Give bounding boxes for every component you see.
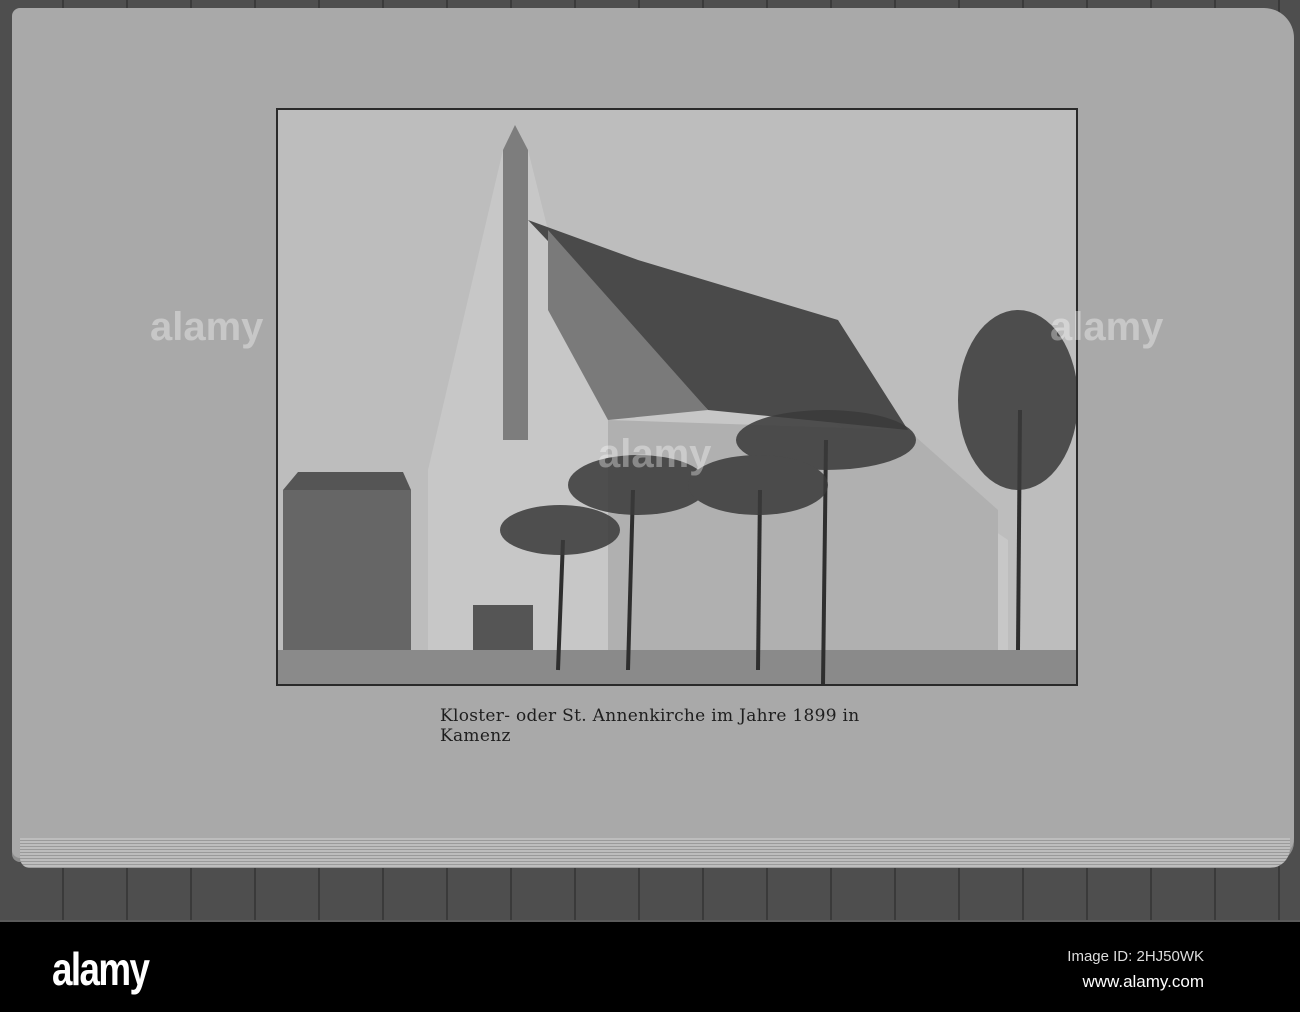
church-photograph xyxy=(276,108,1078,686)
page-edges xyxy=(20,838,1290,868)
watermark: alamy xyxy=(598,432,712,476)
footer-bar: alamy Image ID: 2HJ50WK www.alamy.com xyxy=(0,922,1300,1012)
image-id: Image ID: 2HJ50WK xyxy=(1067,948,1204,965)
watermark: alamy xyxy=(1050,305,1164,349)
photo-caption: Kloster- oder St. Annenkirche im Jahre 1… xyxy=(440,706,860,746)
watermark: alamy xyxy=(150,305,264,349)
alamy-logo: alamy xyxy=(52,943,150,995)
site-url: www.alamy.com xyxy=(1082,972,1204,991)
